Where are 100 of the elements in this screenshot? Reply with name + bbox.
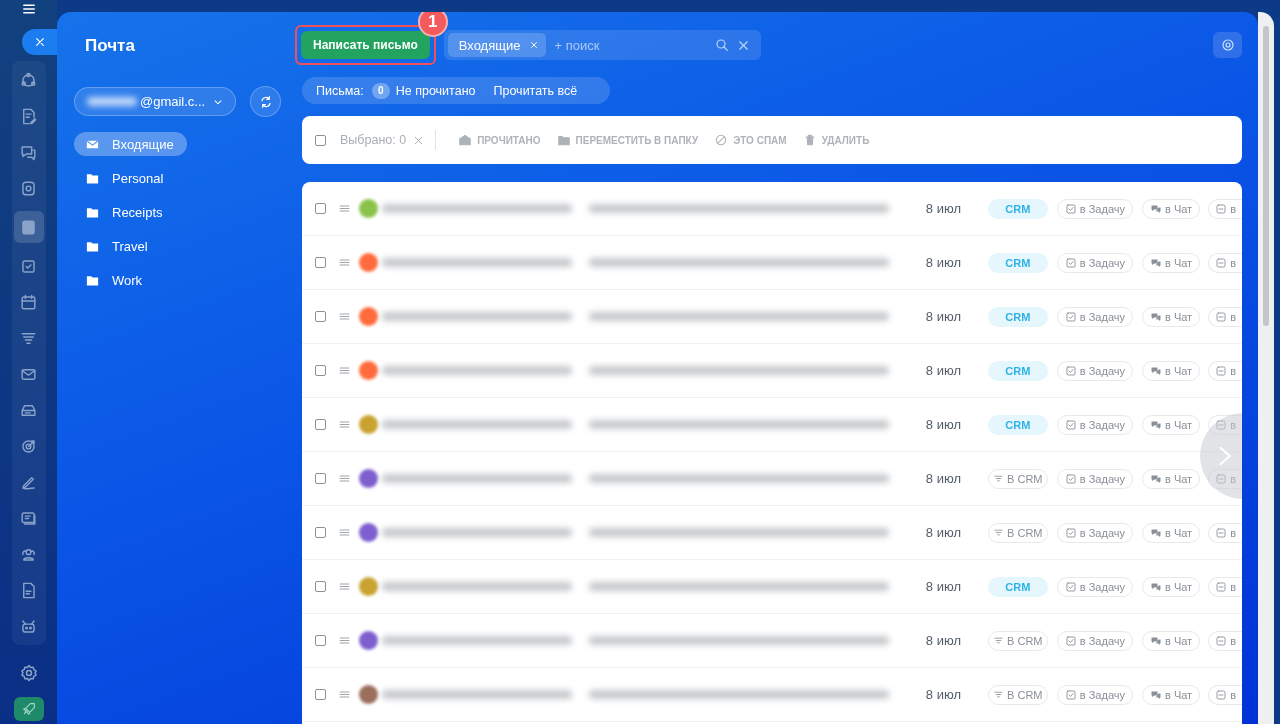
date-cell-text: 8 июл — [925, 579, 962, 594]
step-badge: 1 — [417, 12, 448, 37]
crm-badge[interactable]: CRM — [987, 306, 1048, 327]
add-to-crm-button[interactable]: В CRM — [987, 684, 1048, 705]
filter-chip[interactable]: Входящие — [447, 33, 547, 57]
row-checkbox[interactable] — [315, 473, 326, 484]
to-chat-button[interactable]: в Чат — [1142, 360, 1201, 381]
to-task-button[interactable]: в Задачу — [1056, 630, 1133, 651]
to-chat-button[interactable]: в Чат — [1142, 522, 1201, 543]
date-cell-text: 8 июл — [925, 255, 962, 270]
nav-button[interactable] — [13, 211, 44, 243]
to-task-button[interactable]: в Задачу — [1056, 468, 1133, 489]
row-checkbox[interactable] — [315, 689, 326, 700]
checkbox-icon — [1064, 202, 1077, 215]
date-cell-text: 8 июл — [925, 471, 962, 486]
to-chat-button[interactable]: в Чат — [1142, 630, 1201, 651]
checkbox-icon — [1064, 526, 1077, 539]
row-checkbox[interactable] — [315, 581, 326, 592]
date-cell-text: 8 июл — [925, 309, 962, 324]
row-checkbox[interactable] — [315, 419, 326, 430]
widget-icon — [19, 178, 38, 198]
more-action-button[interactable]: в — [1208, 684, 1242, 705]
crm-badge[interactable]: CRM — [987, 360, 1048, 381]
to-chat-button[interactable]: в Чат — [1142, 252, 1201, 273]
open-envelope-icon — [458, 133, 473, 147]
folder-item[interactable]: Travel — [74, 234, 161, 258]
date-cell-text: 8 июл — [925, 201, 962, 216]
add-to-crm-button[interactable]: В CRM — [987, 522, 1048, 543]
date-cell-text: 8 июл — [925, 525, 962, 540]
date-cell-text: 8 июл — [925, 633, 962, 648]
crm-badge[interactable]: CRM — [987, 252, 1048, 273]
checkbox-icon — [1064, 634, 1077, 647]
row-checkbox[interactable] — [315, 635, 326, 646]
search-button[interactable] — [713, 37, 730, 53]
to-task-button[interactable]: в Задачу — [1056, 360, 1133, 381]
scrollbar[interactable] — [1263, 26, 1269, 326]
to-task-button[interactable]: в Задачу — [1056, 522, 1133, 543]
funnel-icon — [993, 635, 1005, 646]
more-action-button[interactable]: в — [1208, 198, 1242, 219]
blurred-text — [87, 97, 137, 106]
row-checkbox[interactable] — [315, 257, 326, 268]
folder-item[interactable]: Входящие — [74, 132, 187, 156]
to-task-button[interactable]: в Задачу — [1056, 198, 1133, 219]
settings-icon — [1219, 37, 1236, 53]
add-to-crm-button[interactable]: В CRM — [987, 468, 1048, 489]
row-checkbox[interactable] — [315, 203, 326, 214]
more-action-button[interactable]: в — [1208, 630, 1242, 651]
crm-badge[interactable]: CRM — [987, 576, 1048, 597]
more-action-button[interactable]: в — [1208, 360, 1242, 381]
settings-button[interactable] — [1213, 32, 1242, 58]
crm-badge[interactable]: CRM — [987, 198, 1048, 219]
more-action-button[interactable]: в — [1208, 576, 1242, 597]
select-all-checkbox[interactable] — [315, 134, 326, 146]
checkbox-icon — [1064, 688, 1077, 701]
to-task-button[interactable]: в Задачу — [1056, 252, 1133, 273]
page-title: Почта — [85, 36, 136, 56]
account-dropdown[interactable]: @gmail.c... — [74, 87, 236, 116]
rocket-button[interactable] — [13, 697, 44, 721]
funnel-icon — [993, 527, 1005, 538]
refresh-button[interactable] — [250, 86, 281, 117]
to-chat-button[interactable]: в Чат — [1142, 468, 1201, 489]
checkbox-icon — [1064, 310, 1077, 323]
close-button[interactable] — [22, 29, 57, 55]
more-action-button[interactable]: в — [1208, 306, 1242, 327]
note-icon — [1215, 526, 1228, 539]
to-chat-button[interactable]: в Чат — [1142, 306, 1201, 327]
calendar-icon — [19, 292, 38, 312]
folder-item[interactable]: Receipts — [74, 200, 176, 224]
blocked-icon — [714, 133, 729, 147]
folder-item[interactable]: Personal — [74, 166, 177, 190]
read-all-link[interactable]: Прочитать всё — [493, 83, 578, 98]
folder-item[interactable]: Work — [74, 268, 156, 292]
more-action-button[interactable]: в — [1208, 252, 1242, 273]
search-field[interactable]: Входящие + поиск — [443, 30, 761, 60]
note-icon — [1215, 418, 1228, 431]
to-chat-button[interactable]: в Чат — [1142, 198, 1201, 219]
search-icon — [713, 37, 730, 53]
row-checkbox[interactable] — [315, 527, 326, 538]
unread-filter[interactable]: Не прочитано — [395, 83, 476, 98]
crm-badge[interactable]: CRM — [987, 414, 1048, 435]
add-to-crm-button[interactable]: В CRM — [987, 630, 1048, 651]
compose-button[interactable]: Написать письмо — [301, 31, 430, 59]
note-icon — [1215, 634, 1228, 647]
more-action-button[interactable]: в — [1208, 522, 1242, 543]
row-checkbox[interactable] — [315, 365, 326, 376]
date-cell-text: 8 июл — [925, 417, 962, 432]
to-chat-button[interactable]: в Чат — [1142, 414, 1201, 435]
folder-icon — [556, 133, 571, 147]
to-chat-button[interactable]: в Чат — [1142, 576, 1201, 597]
row-checkbox[interactable] — [315, 311, 326, 322]
count-badge: 0 — [371, 82, 390, 99]
to-task-button[interactable]: в Задачу — [1056, 306, 1133, 327]
to-task-button[interactable]: в Задачу — [1056, 414, 1133, 435]
note-icon — [1215, 256, 1228, 269]
checkbox-icon — [1064, 256, 1077, 269]
to-chat-button[interactable]: в Чат — [1142, 684, 1201, 705]
to-task-button[interactable]: в Задачу — [1056, 684, 1133, 705]
note-icon — [1215, 202, 1228, 215]
to-task-button[interactable]: в Задачу — [1056, 576, 1133, 597]
checkbox-icon — [1064, 418, 1077, 431]
